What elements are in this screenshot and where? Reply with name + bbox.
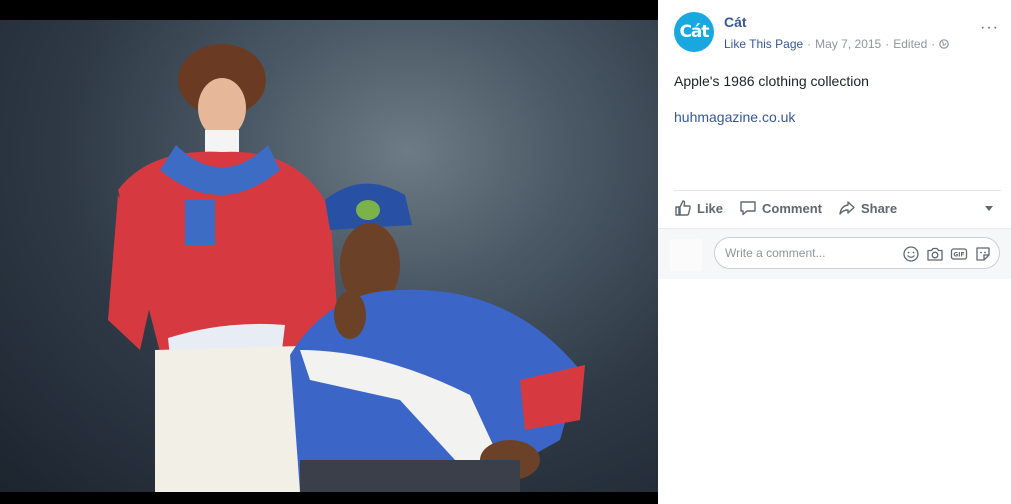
post-actions: Like Comment Share [674,199,897,217]
like-button[interactable]: Like [674,199,723,217]
post-panel: Cát Cát Like This Page · May 7, 2015 · E… [658,0,1011,504]
like-label: Like [697,200,724,216]
photo-illustration [108,44,585,492]
share-label: Share [860,200,898,216]
share-button[interactable]: Share [838,199,897,217]
svg-text:GIF: GIF [953,252,964,259]
sticker-icon[interactable] [974,245,992,263]
edited-label[interactable]: Edited [893,37,927,51]
thumbs-up-icon [675,200,691,216]
meta-separator: · [931,37,936,51]
meta-separator: · [807,37,812,51]
page-avatar[interactable]: Cát [674,12,714,52]
share-arrow-icon [839,201,855,215]
comment-button[interactable]: Comment [739,199,822,217]
gif-icon[interactable]: GIF [950,245,968,263]
like-this-page-link[interactable]: Like This Page [724,37,803,51]
photo-viewer [0,0,658,504]
page-name-link[interactable]: Cát [724,14,747,30]
avatar [670,239,702,271]
divider [674,190,1001,191]
post-date[interactable]: May 7, 2015 [815,37,881,51]
post-link[interactable]: huhmagazine.co.uk [674,109,795,125]
speech-bubble-icon [740,201,756,216]
post-photo[interactable] [0,20,658,492]
more-options-button[interactable]: ··· [980,20,999,36]
comment-tools: GIF [902,245,992,263]
smiley-icon[interactable] [902,245,920,263]
post-meta: Like This Page · May 7, 2015 · Edited · [724,37,950,51]
meta-separator: · [885,37,890,51]
globe-icon[interactable] [939,39,950,49]
camera-icon[interactable] [926,245,944,263]
comment-composer: GIF [658,228,1011,279]
chevron-down-icon[interactable] [985,206,993,211]
comment-label: Comment [762,200,822,216]
post-text: Apple's 1986 clothing collection [674,73,869,89]
